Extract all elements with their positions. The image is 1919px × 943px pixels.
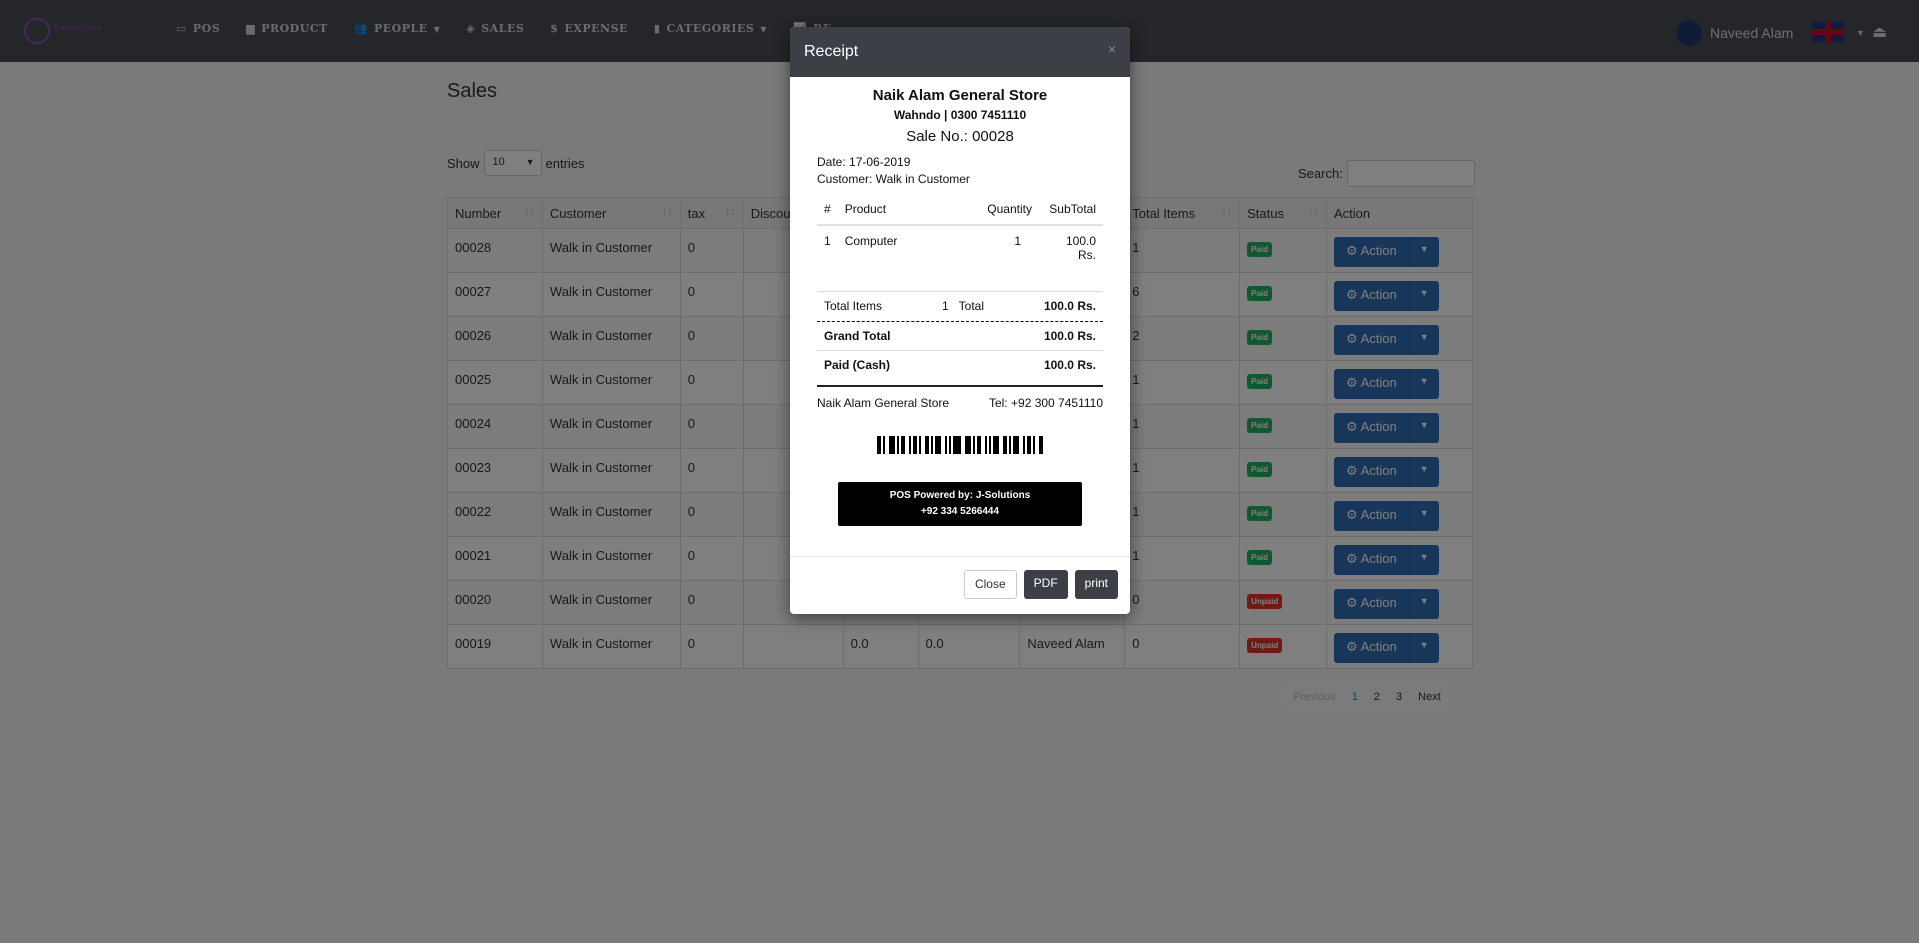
barcode-bar [989, 436, 991, 454]
barcode-bar [919, 436, 921, 454]
barcode-bar [1009, 436, 1011, 454]
total-items-label: Total Items [824, 299, 883, 313]
receipt-item-row: 1 Computer 1 100.0 Rs. [817, 225, 1103, 291]
col-subtotal: SubTotal [1039, 196, 1103, 226]
barcode-bar [1033, 436, 1035, 454]
barcode-bar [977, 436, 981, 454]
powered-phone: +92 334 5266444 [920, 506, 1000, 517]
footer-tel: Tel: +92 300 7451110 [989, 396, 1103, 410]
modal-title: Receipt [804, 43, 859, 60]
barcode-bar [1013, 436, 1019, 454]
close-button[interactable]: Close [963, 570, 1017, 599]
total-items-value: 1 [941, 299, 949, 313]
modal-header: Receipt × [790, 27, 1130, 77]
pdf-button[interactable]: PDF [1023, 570, 1068, 599]
barcode-bar [973, 436, 975, 454]
item-number: 1 [817, 225, 838, 291]
item-subtotal: 100.0 Rs. [1039, 225, 1103, 291]
barcode [817, 436, 1103, 454]
receipt-items-table: # Product Quantity SubTotal 1 Computer 1… [817, 196, 1103, 291]
barcode-bar [993, 436, 999, 454]
barcode-bar [945, 436, 947, 454]
col-product: Product [837, 196, 945, 226]
total-value: 100.0 Rs. [1043, 299, 1096, 313]
barcode-bar [913, 436, 917, 454]
store-name: Naik Alam General Store [872, 87, 1048, 104]
sale-date: Date: 17-06-2019 [817, 155, 911, 169]
sale-customer: Customer: Walk in Customer [817, 172, 970, 186]
modal-footer: Close PDF print [790, 556, 1130, 614]
grand-total-label: Grand Total [824, 329, 891, 343]
powered-by: POS Powered by: J-Solutions [889, 490, 1031, 501]
barcode-bar [1039, 436, 1043, 454]
paid-value: 100.0 Rs. [1043, 358, 1096, 372]
close-icon[interactable]: × [1108, 41, 1116, 57]
barcode-bar [949, 436, 951, 454]
barcode-bar [1027, 436, 1031, 454]
barcode-bar [877, 436, 881, 454]
col-quantity: Quantity [944, 196, 1039, 226]
barcode-bar [889, 436, 895, 454]
print-button[interactable]: print [1074, 570, 1118, 599]
footer-store: Naik Alam General Store [817, 396, 950, 410]
barcode-bar [883, 436, 885, 454]
barcode-bar [909, 436, 911, 454]
item-product: Computer [837, 225, 945, 291]
item-qty: 1 [944, 225, 1039, 291]
barcode-bar [897, 436, 899, 454]
barcode-bar [935, 436, 941, 454]
barcode-bar [901, 436, 905, 454]
barcode-bar [931, 436, 933, 454]
barcode-bar [1003, 436, 1007, 454]
store-address: Wahndo | 0300 7451110 [893, 108, 1027, 122]
col-number: # [817, 196, 838, 226]
barcode-bar [953, 436, 961, 454]
powered-by-banner: POS Powered by: J-Solutions +92 334 5266… [838, 482, 1082, 526]
barcode-bar [925, 436, 929, 454]
barcode-bar [1023, 436, 1025, 454]
grand-total-value: 100.0 Rs. [1043, 329, 1096, 343]
paid-label: Paid (Cash) [824, 358, 891, 372]
receipt-modal: Receipt × Naik Alam General Store Wahndo… [790, 27, 1130, 614]
total-label: Total [958, 299, 985, 313]
sale-number: Sale No.: 00028 [906, 128, 1014, 145]
barcode-bar [965, 436, 971, 454]
barcode-bar [985, 436, 987, 454]
